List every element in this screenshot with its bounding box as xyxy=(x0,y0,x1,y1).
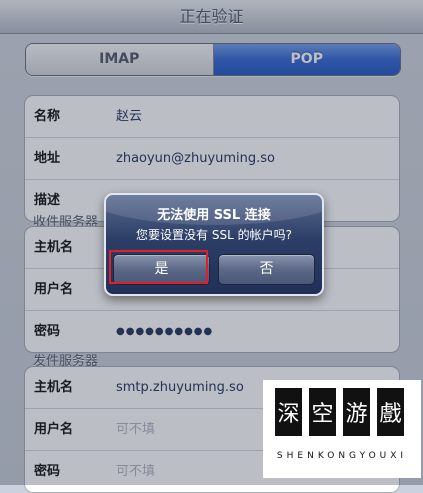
watermark-text: SHENKONGYOUXI xyxy=(276,451,408,461)
no-button[interactable]: 否 xyxy=(218,254,315,285)
watermark-tiles: 深 空 游 戲 xyxy=(275,388,404,436)
watermark-logo: 深 空 游 戲 SHENKONGYOUXI xyxy=(263,380,421,478)
alert-message: 您要设置没有 SSL 的帐户吗? xyxy=(136,228,292,242)
watermark-char-3: 游 xyxy=(343,388,370,436)
mail-settings-page: 正在验证 IMAP POP 名称 赵云 地址 zhaoyun@zhuyuming… xyxy=(0,0,423,493)
ssl-alert-dialog: 无法使用 SSL 连接 您要设置没有 SSL 的帐户吗? 是 否 xyxy=(104,193,324,296)
alert-title: 无法使用 SSL 连接 xyxy=(157,208,271,223)
watermark-char-2: 空 xyxy=(309,388,336,436)
watermark-char-4: 戲 xyxy=(377,388,404,436)
yes-button[interactable]: 是 xyxy=(113,254,210,285)
watermark-char-1: 深 xyxy=(275,388,302,436)
